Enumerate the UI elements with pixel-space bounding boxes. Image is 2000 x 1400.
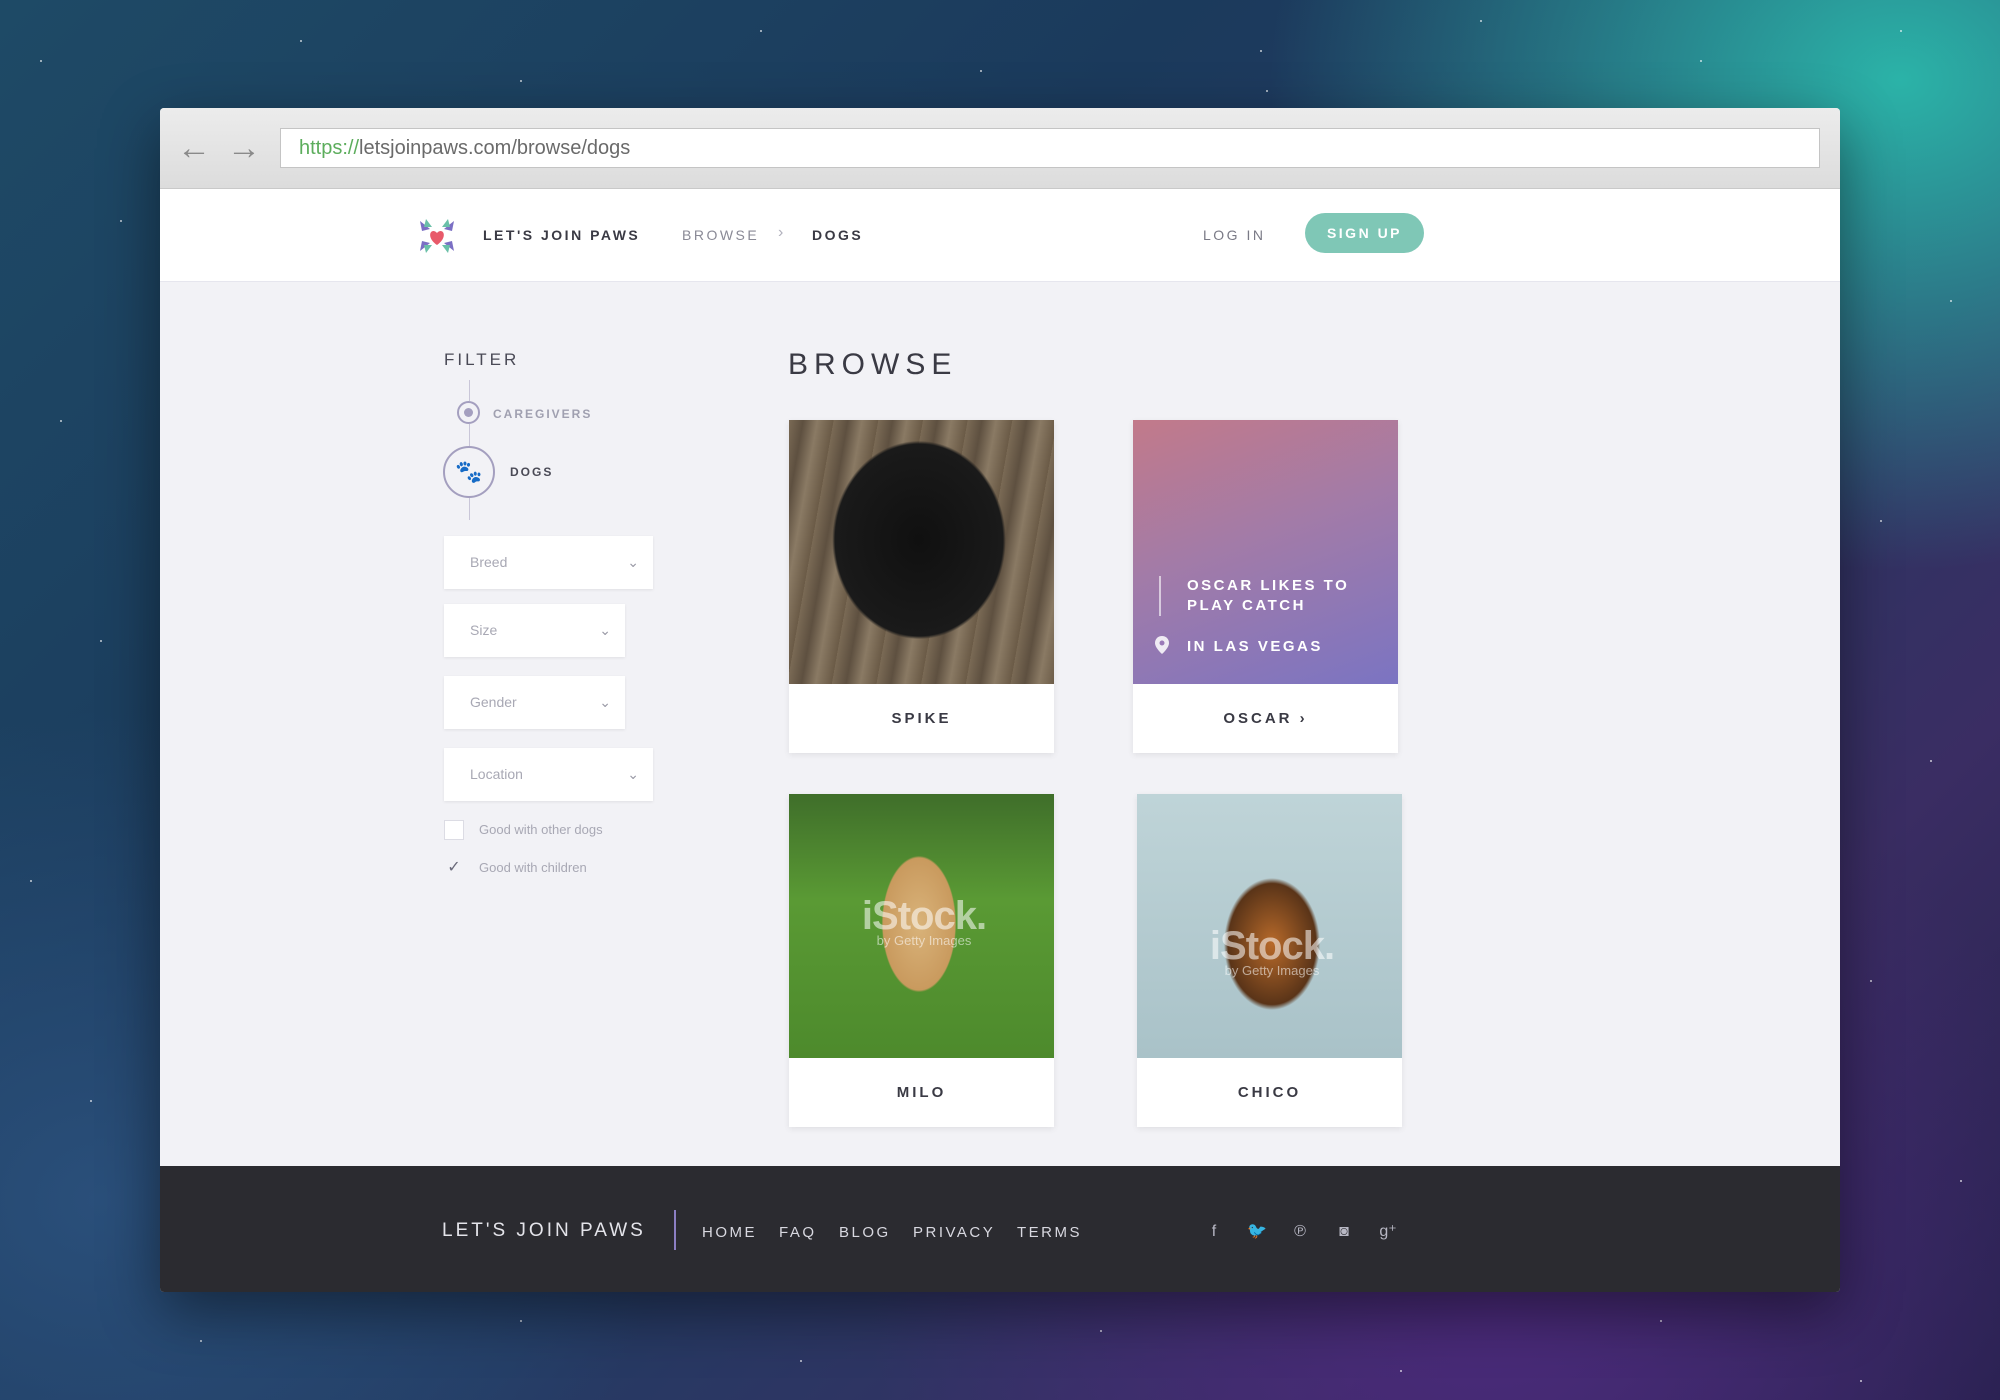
filter-step-dogs[interactable]: DOGS [510,465,553,479]
paw-icon[interactable]: 🐾 [443,446,495,498]
dog-name[interactable]: CHICO [1137,1058,1402,1127]
watermark: iStock. by Getty Images [1177,924,1367,978]
filter-connector [469,380,470,401]
forward-arrow-icon[interactable]: → [226,130,262,166]
size-select-label: Size [470,622,498,638]
good-with-dogs-checkbox[interactable] [444,820,464,840]
dog-location: IN LAS VEGAS [1187,638,1323,655]
filter-title: FILTER [444,350,520,369]
google-plus-icon[interactable]: g⁺ [1378,1222,1398,1242]
footer-divider [674,1210,676,1250]
breadcrumb-chevron-icon: › [778,224,786,241]
breed-select-label: Breed [470,554,508,570]
breadcrumb-browse[interactable]: BROWSE [682,227,759,243]
instagram-icon[interactable]: ◙ [1334,1222,1354,1242]
dog-name: OSCAR [1223,710,1293,727]
chevron-down-icon: ⌄ [627,554,639,570]
chevron-down-icon: ⌄ [627,766,639,782]
footer-link-privacy[interactable]: PRIVACY [913,1224,995,1241]
facebook-icon[interactable]: f [1204,1222,1224,1242]
brand-name[interactable]: LET'S JOIN PAWS [483,227,640,243]
watermark-brand: iStock. [1209,924,1335,968]
back-arrow-icon[interactable]: ← [176,130,212,166]
site-footer: LET'S JOIN PAWS HOME FAQ BLOG PRIVACY TE… [160,1166,1840,1292]
twitter-icon[interactable]: 🐦 [1247,1222,1267,1242]
good-with-dogs-label: Good with other dogs [479,822,603,837]
heart-circle-icon[interactable] [457,401,480,424]
footer-link-blog[interactable]: BLOG [839,1224,891,1241]
pinterest-icon[interactable]: ℗ [1290,1222,1310,1242]
watermark: iStock. by Getty Images [829,894,1019,948]
filter-connector [469,424,470,446]
filter-step-caregivers[interactable]: CAREGIVERS [493,407,592,421]
browser-toolbar: ← → https://letsjoinpaws.com/browse/dogs [160,108,1840,189]
dog-photo [789,420,1054,684]
address-bar[interactable]: https://letsjoinpaws.com/browse/dogs [280,128,1820,168]
footer-brand[interactable]: LET'S JOIN PAWS [442,1220,646,1242]
watermark-brand: iStock. [861,894,987,938]
good-with-children-label: Good with children [479,860,587,875]
location-select[interactable]: Location ⌄ [444,748,653,801]
dog-name[interactable]: SPIKE [789,684,1054,753]
login-link[interactable]: LOG IN [1203,227,1265,243]
gender-select[interactable]: Gender ⌄ [444,676,625,729]
chevron-right-icon: › [1299,710,1308,727]
dog-card-chico[interactable]: iStock. by Getty Images CHICO [1137,794,1402,1127]
footer-link-terms[interactable]: TERMS [1017,1224,1082,1241]
dog-photo: iStock. by Getty Images [1137,794,1402,1058]
dog-card-milo[interactable]: iStock. by Getty Images MILO [789,794,1054,1127]
breed-select[interactable]: Breed ⌄ [444,536,653,589]
chevron-down-icon: ⌄ [599,622,611,638]
dog-name[interactable]: MILO [789,1058,1054,1127]
dog-photo: iStock. by Getty Images [789,794,1054,1058]
watermark-sub: by Getty Images [1224,963,1320,978]
breadcrumb-dogs: DOGS [812,227,864,243]
size-select[interactable]: Size ⌄ [444,604,625,657]
page-title: BROWSE [788,348,958,381]
browser-window: ← → https://letsjoinpaws.com/browse/dogs… [160,108,1840,1292]
dog-card-oscar[interactable]: OSCAR LIKES TO PLAY CATCH IN LAS VEGAS O… [1133,420,1398,753]
gender-select-label: Gender [470,694,517,710]
dog-card-spike[interactable]: SPIKE [789,420,1054,753]
site-header: LET'S JOIN PAWS BROWSE › DOGS LOG IN SIG… [160,189,1840,282]
paws-logo-icon[interactable] [416,215,458,257]
dog-name-link[interactable]: OSCAR › [1133,684,1398,753]
location-pin-icon [1155,636,1169,654]
signup-button[interactable]: SIGN UP [1305,213,1424,253]
filter-connector [469,498,470,520]
watermark-sub: by Getty Images [876,933,972,948]
chevron-down-icon: ⌄ [599,694,611,710]
footer-link-home[interactable]: HOME [702,1224,757,1241]
dog-photo-overlay: OSCAR LIKES TO PLAY CATCH IN LAS VEGAS [1133,420,1398,684]
dog-caption: OSCAR LIKES TO PLAY CATCH [1187,577,1350,614]
footer-link-faq[interactable]: FAQ [779,1224,817,1241]
good-with-children-checkbox[interactable]: ✓ [444,858,464,878]
url-scheme: https:// [299,137,360,159]
location-select-label: Location [470,766,523,782]
url-path: letsjoinpaws.com/browse/dogs [359,137,631,159]
caption-bar [1159,576,1161,616]
